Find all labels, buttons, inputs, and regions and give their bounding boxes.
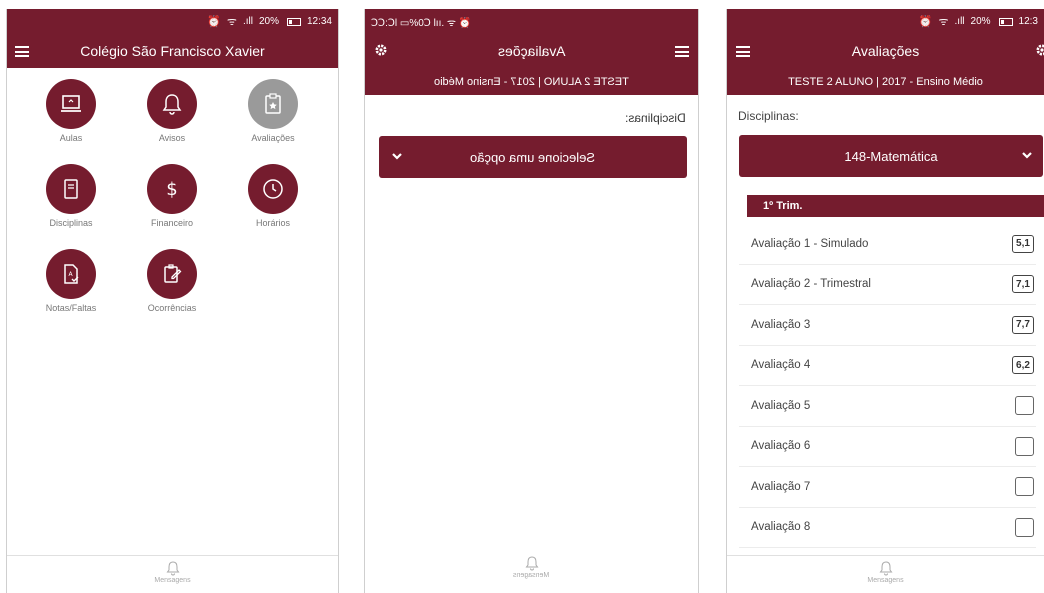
evaluation-name: Avaliação 4 bbox=[751, 359, 811, 372]
tile-label: Disciplinas bbox=[49, 218, 93, 228]
svg-text:A: A bbox=[68, 271, 73, 278]
disciplinas-label: Disciplinas: bbox=[625, 111, 686, 125]
select-value: 148-Matemática bbox=[844, 148, 938, 164]
bottom-nav-mensagens[interactable]: Mensagens bbox=[365, 555, 698, 593]
empty-grade-box bbox=[1015, 517, 1034, 537]
avaliacoes-screen: ⏰ ᯤ .ıll 20% 12:3 Avaliações TESTE 2 ALU… bbox=[726, 9, 1044, 593]
chevron-down-icon bbox=[392, 153, 402, 160]
signal-icon: .ıll bbox=[954, 16, 965, 27]
tile-ocorrencias[interactable]: Ocorrências bbox=[127, 249, 217, 313]
tile-horarios[interactable]: Horários bbox=[228, 164, 318, 228]
app-bar: Avaliações bbox=[365, 34, 698, 68]
list-item[interactable]: Avaliação 4 6,2 bbox=[739, 346, 1036, 386]
page-title: Avaliações bbox=[497, 43, 566, 59]
bottom-nav-label: Mensagens bbox=[867, 577, 904, 584]
bottom-nav-label: Mensagens bbox=[513, 572, 550, 579]
tile-disciplinas[interactable]: Disciplinas bbox=[26, 164, 116, 228]
student-info: TESTE 2 ALUNO | 2017 - Ensino Médio bbox=[727, 68, 1044, 95]
chevron-down-icon bbox=[1022, 152, 1032, 159]
tile-aulas[interactable]: Aulas bbox=[26, 79, 116, 143]
disciplina-select[interactable]: Selecione uma opção bbox=[379, 136, 687, 178]
status-bar: ⏰ ᯤ .ıll 20% 12:3 bbox=[727, 9, 1044, 34]
select-value: Selecione uma opção bbox=[470, 149, 596, 165]
evaluation-name: Avaliação 6 bbox=[751, 440, 811, 453]
avaliacoes-mirrored-screen: ꓛꓛ:ꓛl ▭%0ꓛ lıı. ᯤ ⏰ Avaliações TESTE 2 A… bbox=[364, 9, 699, 593]
bell-icon bbox=[166, 561, 179, 576]
notebook-icon bbox=[46, 164, 96, 214]
evaluations-list: Avaliação 1 - Simulado 5,1 Avaliação 2 - … bbox=[739, 224, 1036, 548]
battery-level: 20% bbox=[970, 16, 991, 27]
page-title: Avaliações bbox=[851, 43, 920, 59]
dollar-icon: $ bbox=[147, 164, 197, 214]
clock-time: 12:3 bbox=[1018, 16, 1038, 27]
wifi-icon: ᯤ bbox=[226, 16, 237, 28]
trimester-header: 1º Trim. bbox=[747, 195, 1044, 217]
clock-icon bbox=[248, 164, 298, 214]
evaluation-name: Avaliação 2 - Trimestral bbox=[751, 278, 871, 291]
battery-icon bbox=[998, 17, 1013, 26]
wifi-icon: ᯤ bbox=[938, 16, 949, 28]
list-item[interactable]: Avaliação 6 bbox=[739, 427, 1036, 467]
battery-level: 20% bbox=[258, 16, 279, 27]
app-bar: Avaliações bbox=[727, 34, 1044, 68]
bell-icon bbox=[879, 561, 892, 576]
grade-badge: 7,1 bbox=[1012, 275, 1034, 294]
gear-icon[interactable] bbox=[1035, 43, 1044, 57]
edit-note-icon bbox=[147, 249, 197, 299]
student-info: TESTE 2 ALUNO | 2017 - Ensino Médio bbox=[365, 68, 698, 95]
tile-label: Financeiro bbox=[150, 218, 194, 228]
grade-file-icon: A bbox=[46, 249, 96, 299]
list-item[interactable]: Avaliação 7 bbox=[739, 467, 1036, 508]
tile-label: Notas/Faltas bbox=[45, 303, 97, 313]
evaluation-name: Avaliação 3 bbox=[751, 318, 811, 331]
tile-label: Avaliações bbox=[251, 133, 295, 143]
signal-icon: .ıll bbox=[242, 16, 253, 27]
empty-grade-box bbox=[1015, 436, 1034, 456]
tile-avisos[interactable]: Avisos bbox=[127, 79, 217, 143]
tile-financeiro[interactable]: $ Financeiro bbox=[127, 164, 217, 228]
status-bar: ⏰ ᯤ .ıll 20% 12:34 bbox=[7, 9, 338, 34]
status-text: ꓛꓛ:ꓛl ▭%0ꓛ lıı. ᯤ ⏰ bbox=[371, 17, 472, 29]
list-item[interactable]: Avaliação 5 bbox=[739, 386, 1036, 427]
list-item[interactable]: Avaliação 8 bbox=[739, 508, 1036, 548]
tile-notas-faltas[interactable]: A Notas/Faltas bbox=[26, 249, 116, 313]
evaluation-name: Avaliação 5 bbox=[751, 399, 811, 412]
bell-icon bbox=[525, 556, 538, 571]
empty-grade-box bbox=[1015, 477, 1034, 497]
clipboard-star-icon bbox=[248, 79, 298, 129]
page-title: Colégio São Francisco Xavier bbox=[80, 43, 265, 59]
list-item[interactable]: Avaliação 3 7,7 bbox=[739, 305, 1036, 346]
battery-icon bbox=[286, 17, 301, 26]
evaluation-name: Avaliação 8 bbox=[751, 521, 811, 534]
bottom-nav-mensagens[interactable]: Mensagens bbox=[7, 555, 338, 593]
clock-time: 12:34 bbox=[306, 16, 332, 27]
tile-label: Horários bbox=[255, 218, 290, 228]
bell-icon bbox=[147, 79, 197, 129]
alarm-icon: ⏰ bbox=[918, 16, 933, 28]
laptop-icon bbox=[46, 79, 96, 129]
status-bar: ꓛꓛ:ꓛl ▭%0ꓛ lıı. ᯤ ⏰ bbox=[365, 9, 698, 34]
list-item[interactable]: Avaliação 2 - Trimestral 7,1 bbox=[739, 265, 1036, 305]
empty-grade-box bbox=[1015, 396, 1034, 416]
grade-badge: 6,2 bbox=[1012, 356, 1034, 375]
app-bar: Colégio São Francisco Xavier bbox=[7, 34, 338, 68]
menu-icon[interactable] bbox=[675, 46, 689, 57]
svg-text:$: $ bbox=[166, 179, 177, 200]
bottom-nav-mensagens[interactable]: Mensagens bbox=[727, 555, 1044, 593]
evaluation-name: Avaliação 7 bbox=[751, 480, 811, 493]
tile-avaliacoes[interactable]: Avaliações bbox=[228, 79, 318, 143]
grade-badge: 7,7 bbox=[1012, 315, 1034, 334]
grade-badge: 5,1 bbox=[1012, 234, 1034, 253]
bottom-nav-label: Mensagens bbox=[154, 577, 191, 584]
disciplina-select[interactable]: 148-Matemática bbox=[739, 135, 1043, 177]
list-item[interactable]: Avaliação 1 - Simulado 5,1 bbox=[739, 224, 1036, 265]
evaluation-name: Avaliação 1 - Simulado bbox=[751, 237, 869, 250]
tile-label: Aulas bbox=[59, 133, 83, 143]
tile-label: Avisos bbox=[158, 133, 186, 143]
disciplinas-label: Disciplinas: bbox=[738, 109, 799, 123]
tile-label: Ocorrências bbox=[147, 303, 197, 313]
home-screen: ⏰ ᯤ .ıll 20% 12:34 Colégio São Francisco… bbox=[6, 9, 339, 593]
alarm-icon: ⏰ bbox=[207, 16, 221, 28]
